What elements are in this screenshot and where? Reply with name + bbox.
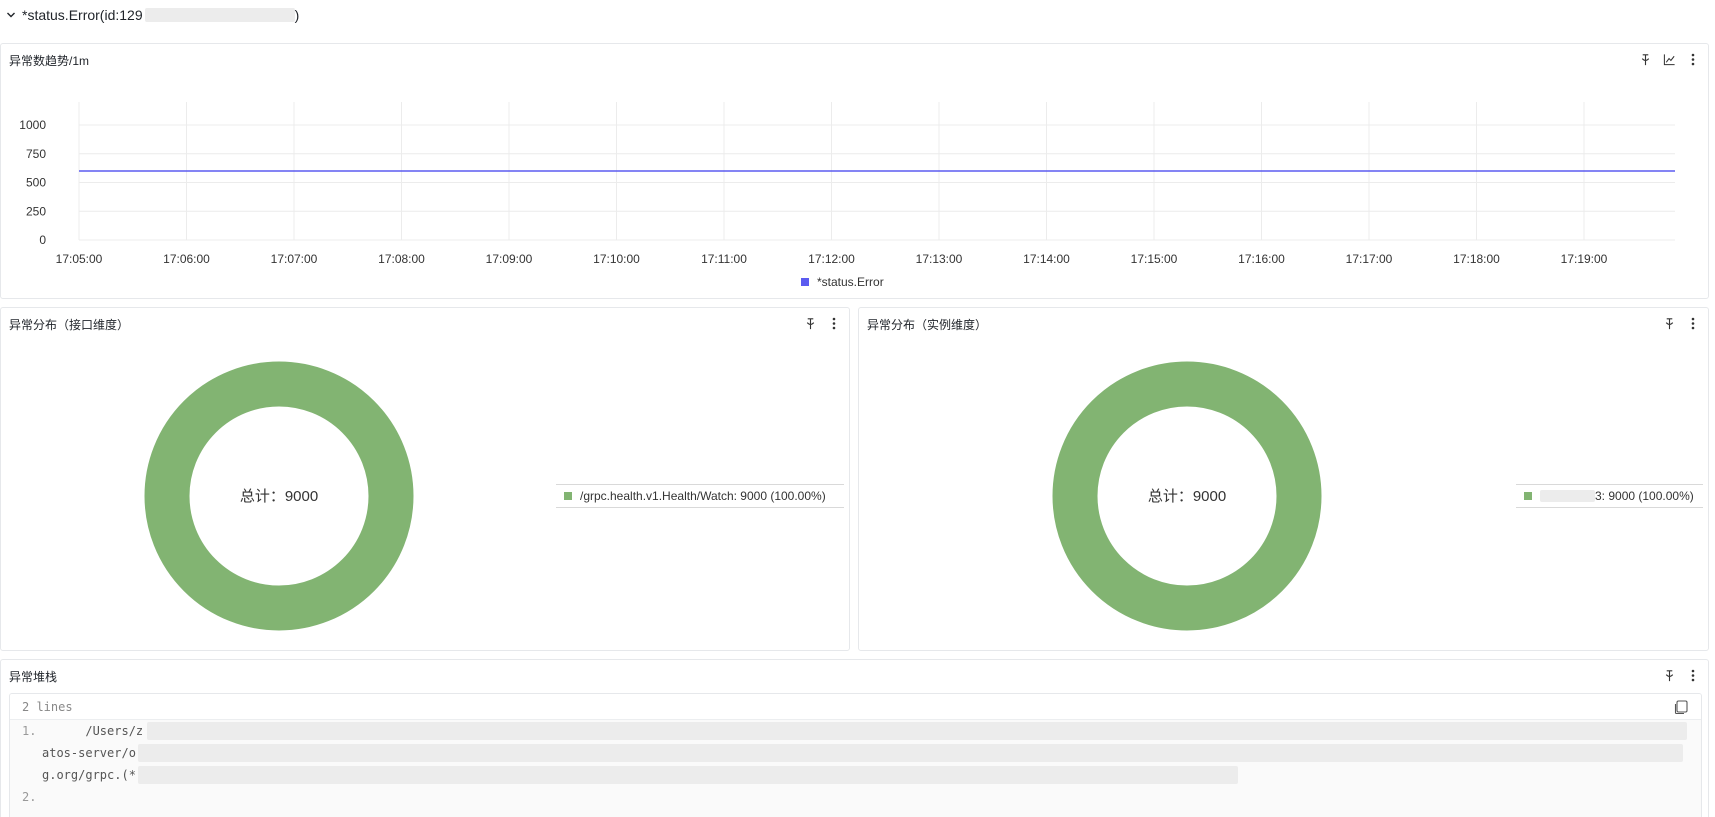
donut-chart: 总计：9000: [144, 361, 414, 631]
panel-title: 异常堆栈: [9, 670, 58, 684]
group-header[interactable]: *status.Error(id:129 ): [0, 0, 1715, 30]
code-block[interactable]: 2 lines 1. /Users/z atos-server/o g.org/…: [9, 693, 1702, 817]
legend-label: *status.Error: [817, 275, 884, 289]
panel-tools: [1662, 668, 1700, 682]
pie-legend-item[interactable]: 3: 9000 (100.00%): [1516, 484, 1703, 508]
code-line: 1. /Users/z: [10, 720, 1701, 742]
donut-center-label: 总计：9000: [240, 488, 318, 505]
line-number: 1.: [22, 724, 37, 738]
x-tick-label: 17:14:00: [1023, 252, 1070, 266]
code-line: atos-server/o: [10, 742, 1701, 764]
trend-chart: 0 250 500 750 1000 17:05:00 17:06:00 17:07:00 17…: [19, 102, 1675, 266]
copy-icon[interactable]: [1673, 699, 1689, 715]
line-text: /Users/z: [42, 724, 144, 738]
group-title: *status.Error(id:129: [22, 7, 143, 23]
lines-count: 2 lines: [22, 699, 73, 714]
y-tick-label: 500: [26, 176, 46, 190]
redacted-block: [144, 8, 295, 22]
x-tick-label: 17:15:00: [1131, 252, 1178, 266]
x-tick-label: 17:19:00: [1561, 252, 1608, 266]
x-tick-label: 17:18:00: [1453, 252, 1500, 266]
chart-legend[interactable]: *status.Error: [801, 275, 884, 289]
redacted-block: [147, 722, 1688, 740]
pie-legend-item[interactable]: /grpc.health.v1.Health/Watch: 9000 (100.…: [556, 484, 844, 508]
line-number: 2.: [22, 790, 37, 804]
y-tick-label: 750: [26, 147, 46, 161]
redacted-block: [137, 766, 1238, 784]
legend-swatch: [564, 492, 572, 500]
code-line: g.org/grpc.(*: [10, 764, 1701, 786]
x-tick-label: 17:07:00: [271, 252, 318, 266]
x-tick-label: 17:08:00: [378, 252, 425, 266]
x-tick-label: 17:06:00: [163, 252, 210, 266]
pin-icon[interactable]: [1662, 668, 1676, 682]
x-tick-label: 17:12:00: [808, 252, 855, 266]
more-icon[interactable]: [1686, 668, 1700, 682]
code-header: 2 lines: [10, 694, 1701, 720]
redacted-block: [137, 744, 1683, 762]
pie-api-panel: 异常分布（接口维度） 总计：9000 /grpc.health.v1.Healt…: [0, 307, 850, 651]
y-tick-label: 0: [39, 233, 46, 247]
legend-label: 3: 9000 (100.00%): [1595, 489, 1694, 503]
x-tick-label: 17:13:00: [916, 252, 963, 266]
chevron-down-icon[interactable]: [4, 8, 18, 22]
line-text: g.org/grpc.(*: [42, 768, 136, 782]
x-tick-label: 17:10:00: [593, 252, 640, 266]
x-tick-label: 17:09:00: [486, 252, 533, 266]
x-tick-label: 17:11:00: [701, 252, 747, 266]
legend-swatch: [801, 278, 809, 286]
x-tick-label: 17:05:00: [56, 252, 103, 266]
code-line: 2.: [10, 786, 1701, 808]
donut-chart: 总计：9000: [1052, 361, 1322, 631]
line-text: atos-server/o: [42, 746, 136, 760]
group-title-suffix: ): [294, 7, 300, 23]
x-tick-label: 17:17:00: [1346, 252, 1393, 266]
trend-panel: 异常数趋势/1m 0 250 500 750 1000 17:05:00 17:06:00 1…: [0, 43, 1709, 299]
redacted-block: [1540, 490, 1595, 502]
legend-label: /grpc.health.v1.Health/Watch: 9000 (100.…: [580, 489, 826, 503]
stack-panel: 异常堆栈 2 lines 1. /Users/z atos-server/o g…: [0, 659, 1709, 817]
x-tick-label: 17:16:00: [1238, 252, 1285, 266]
y-tick-label: 1000: [19, 118, 46, 132]
pie-instance-panel: 异常分布（实例维度） 总计：9000 3: 9000 (100.00%): [858, 307, 1709, 651]
donut-center-label: 总计：9000: [1148, 488, 1226, 505]
legend-swatch: [1524, 492, 1532, 500]
y-tick-label: 250: [26, 204, 46, 218]
